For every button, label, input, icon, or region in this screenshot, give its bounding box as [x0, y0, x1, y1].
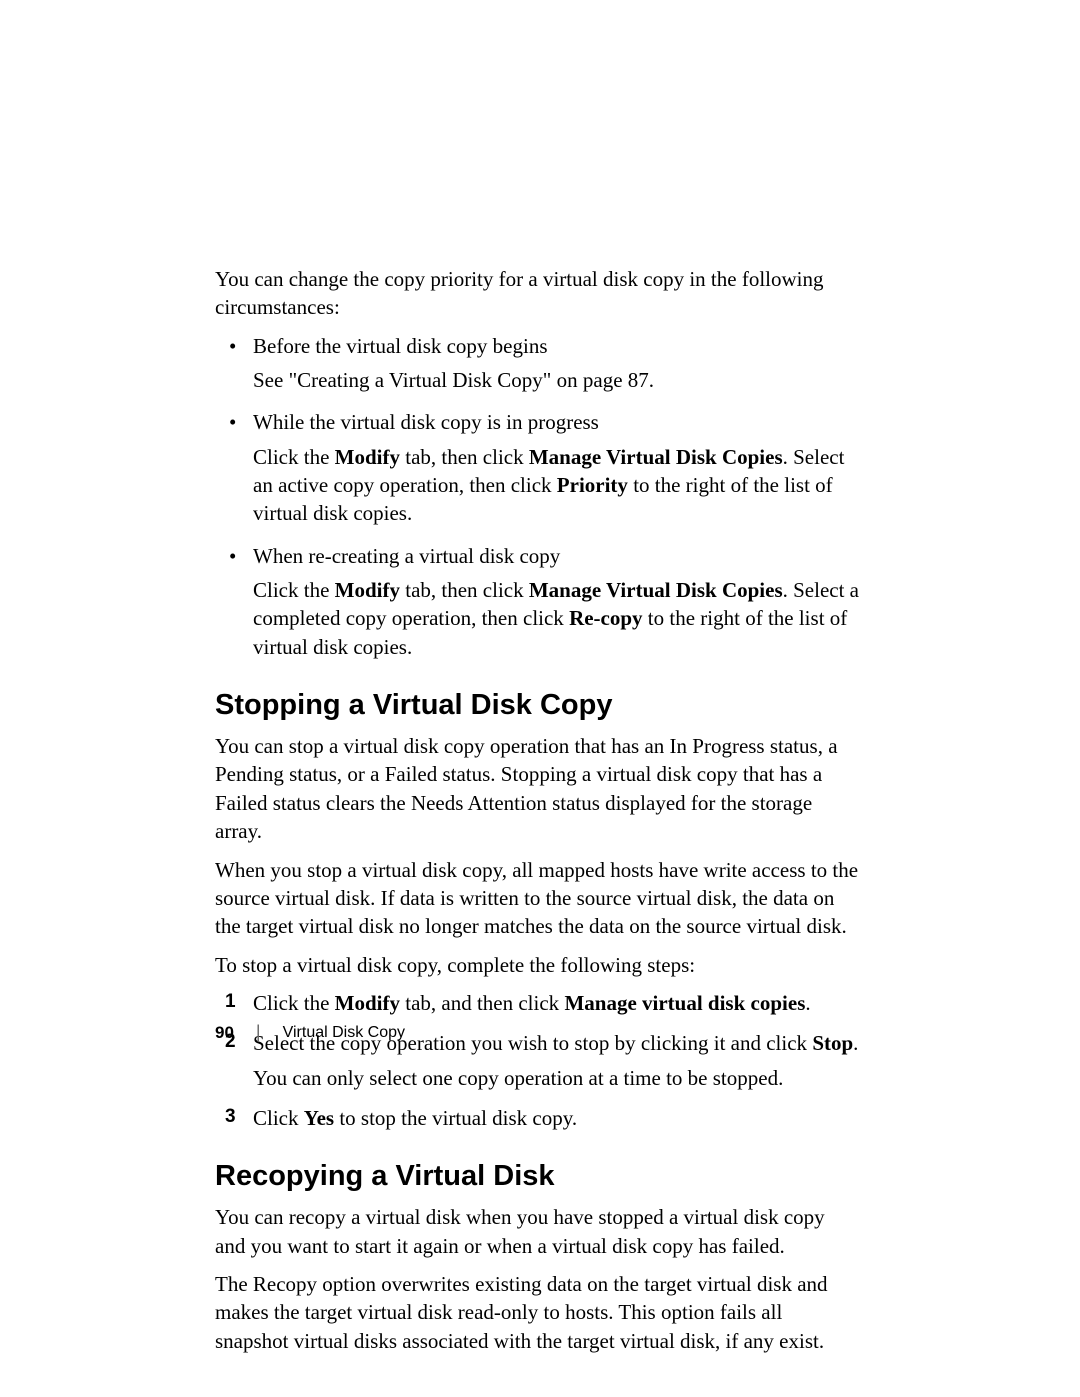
step-3: 3 Click Yes to stop the virtual disk cop…	[253, 1104, 860, 1132]
section-heading-stopping: Stopping a Virtual Disk Copy	[215, 689, 860, 722]
section1-paragraph-2: When you stop a virtual disk copy, all m…	[215, 856, 860, 941]
footer-separator: |	[256, 1022, 261, 1043]
bullet-item-3: When re-creating a virtual disk copy Cli…	[253, 542, 860, 661]
numbered-steps: 1 Click the Modify tab, and then click M…	[215, 989, 860, 1132]
bullet-lead-text: Before the virtual disk copy begins	[253, 334, 548, 358]
page-footer: 90 | Virtual Disk Copy	[215, 1022, 405, 1043]
bullet-lead-text: While the virtual disk copy is in progre…	[253, 410, 599, 434]
document-page: You can change the copy priority for a v…	[0, 0, 1080, 1397]
bullet-list: Before the virtual disk copy begins See …	[215, 332, 860, 661]
step-number: 1	[225, 989, 236, 1015]
bullet-item-2: While the virtual disk copy is in progre…	[253, 408, 860, 527]
page-number: 90	[215, 1023, 234, 1043]
section2-paragraph-2: The Recopy option overwrites existing da…	[215, 1270, 860, 1355]
bullet-lead-text: When re-creating a virtual disk copy	[253, 544, 560, 568]
step-text: Click Yes to stop the virtual disk copy.	[253, 1106, 577, 1130]
intro-paragraph: You can change the copy priority for a v…	[215, 265, 860, 322]
bullet-item-1: Before the virtual disk copy begins See …	[253, 332, 860, 395]
section1-paragraph-1: You can stop a virtual disk copy operati…	[215, 732, 860, 845]
footer-section-name: Virtual Disk Copy	[283, 1024, 405, 1042]
step-sub-text: You can only select one copy operation a…	[253, 1064, 860, 1092]
bullet-sub-text: Click the Modify tab, then click Manage …	[253, 443, 860, 528]
section1-paragraph-3: To stop a virtual disk copy, complete th…	[215, 951, 860, 979]
bullet-sub-text: Click the Modify tab, then click Manage …	[253, 576, 860, 661]
step-1: 1 Click the Modify tab, and then click M…	[253, 989, 860, 1017]
step-number: 3	[225, 1104, 236, 1130]
section2-paragraph-1: You can recopy a virtual disk when you h…	[215, 1203, 860, 1260]
step-text: Click the Modify tab, and then click Man…	[253, 991, 811, 1015]
bullet-sub-text: See "Creating a Virtual Disk Copy" on pa…	[253, 366, 860, 394]
section-heading-recopying: Recopying a Virtual Disk	[215, 1160, 860, 1193]
